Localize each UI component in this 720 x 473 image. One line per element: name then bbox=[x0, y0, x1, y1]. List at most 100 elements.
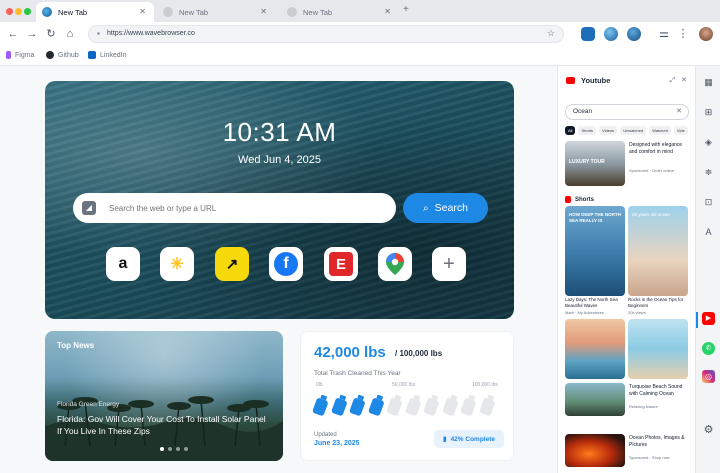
new-tab-button[interactable]: + bbox=[403, 4, 409, 15]
back-icon[interactable]: ← bbox=[6, 27, 20, 41]
panel-header: Youtube bbox=[566, 76, 610, 85]
tab-3[interactable]: New Tab ✕ bbox=[281, 2, 399, 22]
chip[interactable]: Watched bbox=[649, 126, 671, 135]
filled-bottle-icon bbox=[311, 393, 331, 417]
address-bar[interactable]: ▪ https://www.wavebrowser.co ☆ bbox=[88, 25, 564, 43]
new-tab-page: 10:31 AM Wed Jun 4, 2025 ◢ ⌕ Search a ✳ … bbox=[0, 66, 557, 473]
facebook-icon[interactable]: f bbox=[269, 247, 303, 281]
shield-extension-icon[interactable] bbox=[581, 27, 595, 41]
menu-icon[interactable]: ⋮ bbox=[676, 27, 690, 41]
short-caption[interactable]: Rocks in the Ocean Tips for Beginners bbox=[628, 297, 688, 309]
figma-icon bbox=[6, 51, 11, 59]
sliders-icon[interactable]: ⚌ bbox=[657, 27, 671, 41]
carousel-dot[interactable] bbox=[160, 447, 164, 451]
avatar[interactable] bbox=[699, 27, 713, 41]
hero-card: 10:31 AM Wed Jun 4, 2025 ◢ ⌕ Search a ✳ … bbox=[45, 81, 514, 319]
video-title[interactable]: Designed with elegance and comfort in mi… bbox=[629, 142, 687, 155]
tab-2[interactable]: New Tab ✕ bbox=[157, 2, 275, 22]
instagram-icon[interactable]: ◎ bbox=[702, 370, 715, 383]
home-icon[interactable]: ⌂ bbox=[63, 27, 77, 41]
carousel-dot[interactable] bbox=[176, 447, 180, 451]
filled-bottle-icon bbox=[367, 393, 387, 417]
search-input[interactable] bbox=[109, 200, 379, 216]
close-tab-icon[interactable]: ✕ bbox=[384, 7, 391, 16]
video-meta: Relaxing Nature bbox=[629, 404, 658, 409]
espn-icon[interactable]: E bbox=[324, 247, 358, 281]
short-caption[interactable]: Lazy Days: The North Sea Beautiful Waves bbox=[565, 297, 625, 309]
add-shortcut-icon[interactable]: + bbox=[432, 247, 466, 281]
translate-icon[interactable]: A bbox=[702, 226, 715, 239]
short-thumbnail[interactable]: HOW DEEP THE NORTH SEA REALLY IS bbox=[565, 206, 625, 296]
search-button-label: Search bbox=[434, 202, 468, 214]
close-tab-icon[interactable]: ✕ bbox=[139, 7, 146, 16]
search-box[interactable]: ◢ bbox=[73, 193, 396, 223]
settings-toggle-icon[interactable]: ≑ bbox=[702, 166, 715, 179]
close-panel-icon[interactable]: ✕ bbox=[681, 77, 687, 84]
expand-icon[interactable]: ⤢ bbox=[670, 77, 676, 84]
video-thumbnail[interactable] bbox=[565, 383, 625, 416]
short-overlay-text: HOW DEEP THE NORTH SEA REALLY IS bbox=[569, 212, 621, 223]
planet-extension-icon[interactable] bbox=[627, 27, 641, 41]
tab-label: New Tab bbox=[58, 7, 88, 17]
maximize-window-icon[interactable] bbox=[24, 8, 31, 15]
video-title[interactable]: Turquoise Beach Sound with Calming Ocean bbox=[629, 384, 689, 397]
bookmark-star-icon[interactable]: ☆ bbox=[547, 28, 555, 39]
chip[interactable]: Videos bbox=[599, 126, 618, 135]
empty-bottle-icon bbox=[478, 393, 498, 417]
bookmarks-bar: Figma Github LinkedIn bbox=[0, 46, 720, 66]
search-button[interactable]: ⌕ Search bbox=[403, 193, 488, 223]
close-tab-icon[interactable]: ✕ bbox=[260, 7, 267, 16]
puzzle-icon[interactable]: ⊡ bbox=[702, 196, 715, 209]
carousel-dot[interactable] bbox=[168, 447, 172, 451]
chip[interactable]: All bbox=[565, 126, 576, 135]
bookmark-figma[interactable]: Figma bbox=[6, 51, 34, 59]
grid-icon[interactable]: ⊞ bbox=[702, 106, 715, 119]
scale-tick: 50,000 lbs bbox=[392, 382, 416, 388]
youtube-icon[interactable]: ▶ bbox=[702, 312, 715, 325]
video-thumbnail[interactable] bbox=[565, 434, 625, 467]
minimize-window-icon[interactable] bbox=[15, 8, 22, 15]
tab-1[interactable]: New Tab ✕ bbox=[36, 2, 154, 22]
gear-icon[interactable]: ⚙ bbox=[702, 424, 715, 437]
video-thumbnail[interactable]: LUXURY TOUR bbox=[565, 141, 625, 186]
short-thumbnail[interactable] bbox=[628, 319, 688, 379]
forward-icon[interactable]: → bbox=[25, 27, 39, 41]
short-thumbnail[interactable]: 20 years old ocean bbox=[628, 206, 688, 296]
search-engine-icon[interactable]: ◢ bbox=[82, 201, 96, 215]
tag-icon[interactable]: ◈ bbox=[702, 136, 715, 149]
chip[interactable]: Unwatched bbox=[620, 126, 647, 135]
calendar-icon[interactable]: ▦ bbox=[702, 76, 715, 89]
news-headline[interactable]: Florida: Gov Will Cover Your Cost To Ins… bbox=[57, 413, 272, 437]
news-section-label: Top News bbox=[57, 341, 95, 350]
clock: 10:31 AM bbox=[222, 117, 337, 147]
top-news-card[interactable]: Top News Florida Green Energy Florida: G… bbox=[45, 331, 283, 461]
video-meta: Sponsored · Order online bbox=[629, 168, 674, 173]
walmart-icon[interactable]: ✳ bbox=[160, 247, 194, 281]
globe-extension-icon[interactable] bbox=[604, 27, 618, 41]
close-window-icon[interactable] bbox=[6, 8, 13, 15]
reload-icon[interactable]: ↻ bbox=[44, 27, 58, 41]
chip[interactable]: Vide bbox=[673, 126, 688, 135]
clear-search-icon[interactable]: ✕ bbox=[676, 107, 682, 115]
bookmark-linkedin[interactable]: LinkedIn bbox=[88, 51, 126, 59]
updated-date: June 23, 2025 bbox=[314, 440, 360, 447]
wave-browser-icon bbox=[287, 7, 297, 17]
carousel-dot[interactable] bbox=[184, 447, 188, 451]
trash-goal: / 100,000 lbs bbox=[395, 349, 443, 358]
yellow-arrow-icon[interactable]: ↗ bbox=[215, 247, 249, 281]
youtube-search-input[interactable]: Ocean ✕ bbox=[565, 104, 689, 120]
chip[interactable]: Shorts bbox=[578, 126, 597, 135]
whatsapp-icon[interactable]: ✆ bbox=[702, 342, 715, 355]
scale-tick: 100,000 lbs bbox=[472, 382, 498, 388]
panel-title: Youtube bbox=[581, 76, 611, 85]
carousel-dots[interactable] bbox=[160, 447, 188, 451]
amazon-icon[interactable]: a bbox=[106, 247, 140, 281]
video-title[interactable]: Ocean Photos, Images & Pictures bbox=[629, 435, 689, 448]
short-thumbnail[interactable] bbox=[565, 319, 625, 379]
wave-browser-icon bbox=[42, 7, 52, 17]
search-icon: ⌕ bbox=[423, 202, 429, 214]
tab-label: New Tab bbox=[303, 7, 333, 17]
youtube-query: Ocean bbox=[573, 108, 593, 115]
google-maps-icon[interactable] bbox=[378, 247, 412, 281]
bookmark-github[interactable]: Github bbox=[46, 51, 79, 59]
